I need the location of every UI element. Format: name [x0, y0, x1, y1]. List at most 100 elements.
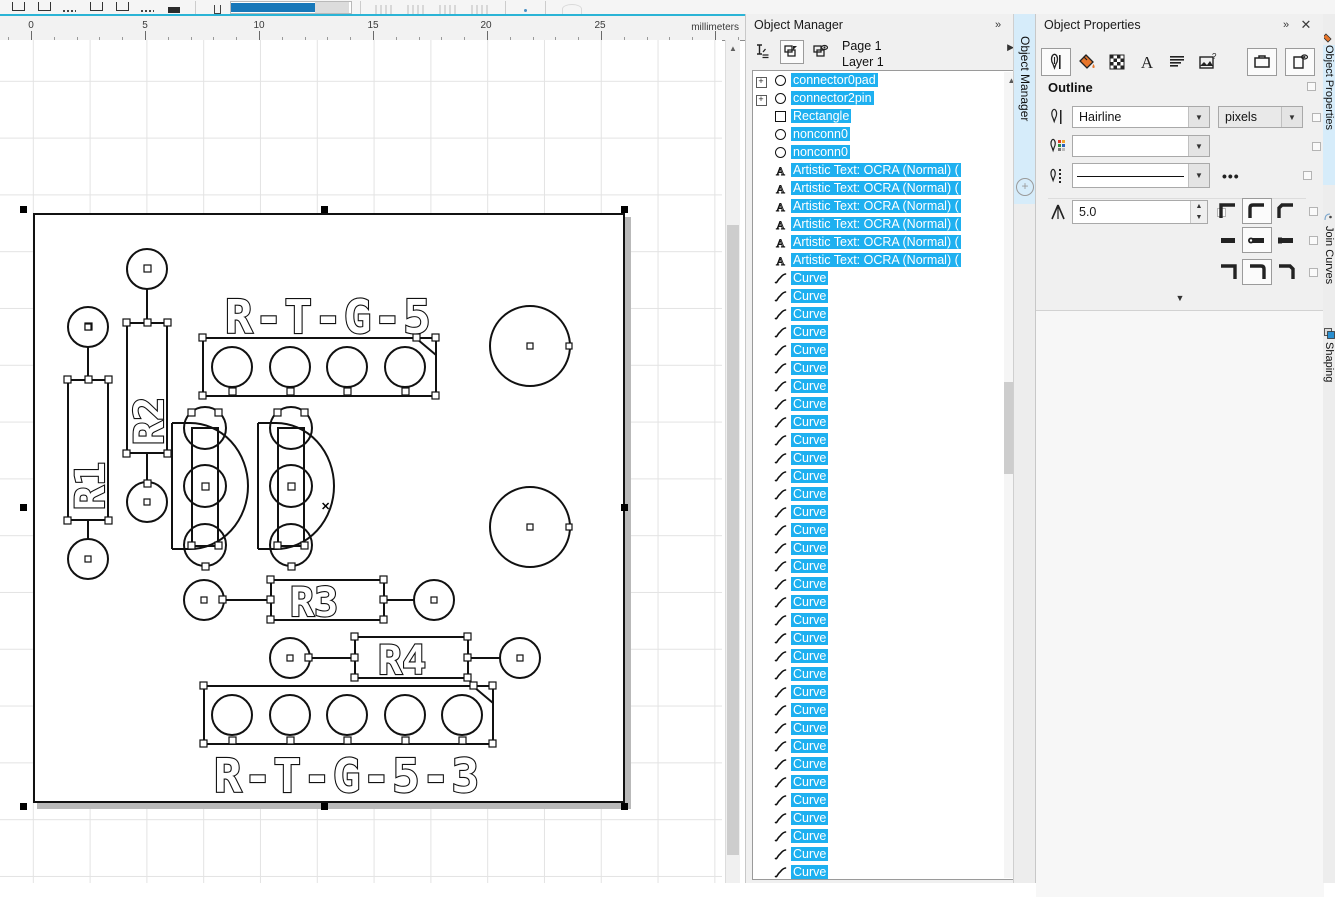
object-list-item[interactable]: Curve: [753, 647, 1005, 665]
object-properties-right-buttons[interactable]: [1241, 48, 1317, 76]
new-document-icon[interactable]: [10, 2, 26, 14]
selection-handle-bc[interactable]: [321, 803, 328, 810]
object-list-item[interactable]: Curve: [753, 287, 1005, 305]
object-list-item[interactable]: Curve: [753, 701, 1005, 719]
expand-toggle-icon[interactable]: +: [753, 91, 769, 106]
chevron-down-icon[interactable]: ▼: [1281, 107, 1302, 127]
object-list-item[interactable]: Curve: [753, 863, 1005, 879]
object-list-item[interactable]: Curve: [753, 845, 1005, 863]
outline-style-more-button[interactable]: •••: [1222, 168, 1240, 184]
round-join-button[interactable]: [1242, 259, 1272, 285]
object-manager-tabstrip[interactable]: Object Manager: [1013, 14, 1036, 883]
selection-handle-tl[interactable]: [20, 206, 27, 213]
object-list-item[interactable]: Curve: [753, 737, 1005, 755]
spinner-down-icon[interactable]: ▼: [1196, 214, 1203, 221]
object-list-item[interactable]: Curve: [753, 395, 1005, 413]
wrap-text-icon[interactable]: [1247, 48, 1277, 76]
align-center-icon[interactable]: [407, 5, 427, 14]
object-properties-tabs[interactable]: A ?: [1041, 48, 1319, 76]
ellipse-tool-icon[interactable]: [562, 4, 582, 14]
object-properties-page-icon[interactable]: [1285, 48, 1315, 76]
outline-style-combo[interactable]: ▼: [1072, 163, 1210, 188]
dock-tab-shaping[interactable]: Shaping: [1323, 342, 1335, 406]
object-manager-docker[interactable]: Object Manager » ✕: [745, 14, 1036, 883]
new-layer-icon[interactable]: [752, 41, 774, 63]
object-list-item[interactable]: Curve: [753, 503, 1005, 521]
object-list-item[interactable]: nonconn0: [753, 125, 1005, 143]
print-icon[interactable]: [88, 2, 104, 14]
miter-limit-spinner[interactable]: 5.0 ▲ ▼: [1072, 200, 1208, 224]
dock-tab-object-manager[interactable]: Object Manager: [1014, 14, 1036, 204]
page-layer-labels[interactable]: Page 1 Layer 1: [842, 38, 884, 70]
object-list-item[interactable]: A Artistic Text: OCRA (Normal) (: [753, 197, 1005, 215]
collapse-icon[interactable]: »: [990, 18, 1006, 32]
object-list-item[interactable]: Curve: [753, 377, 1005, 395]
outline-width-combo[interactable]: Hairline ▼: [1072, 106, 1210, 128]
copy-icon[interactable]: [140, 2, 156, 14]
selection-handle-br[interactable]: [621, 803, 628, 810]
drawing-canvas[interactable]: R-T-G-5 R-T-G-5-3 R1 R2 R3 R4 ✕: [0, 40, 722, 883]
object-list-item[interactable]: A Artistic Text: OCRA (Normal) (: [753, 215, 1005, 233]
object-list-item[interactable]: Curve: [753, 593, 1005, 611]
horizontal-ruler[interactable]: 0 5 10 15 20 25 millimeters: [0, 14, 745, 41]
miter-limit-row[interactable]: 5.0 ▲ ▼: [1048, 200, 1226, 224]
save-icon[interactable]: [62, 2, 78, 14]
object-list-item[interactable]: Curve: [753, 521, 1005, 539]
scroll-up-arrow[interactable]: ▲: [726, 40, 740, 56]
top-toolbar[interactable]: [0, 0, 1335, 15]
toolbar-group-options[interactable]: [509, 0, 542, 14]
outline-units-combo[interactable]: pixels ▼: [1218, 106, 1303, 128]
dock-tab-join-curves[interactable]: Join Curves: [1323, 226, 1335, 306]
outline-width-row[interactable]: Hairline ▼ pixels ▼: [1048, 106, 1321, 128]
object-list-item[interactable]: Curve: [753, 431, 1005, 449]
toolbar-group-zoom[interactable]: [199, 0, 357, 14]
toolbar-group-align[interactable]: [364, 0, 502, 14]
object-list-item[interactable]: Curve: [753, 629, 1005, 647]
collapse-icon[interactable]: »: [1278, 18, 1294, 32]
pcb-artwork[interactable]: R-T-G-5 R-T-G-5-3 R1 R2 R3 R4: [0, 40, 722, 883]
object-list-item[interactable]: Curve: [753, 665, 1005, 683]
undo-icon[interactable]: [209, 2, 225, 14]
transparency-tab-icon[interactable]: [1103, 49, 1131, 75]
object-list-item[interactable]: Curve: [753, 359, 1005, 377]
object-list-item[interactable]: Curve: [753, 467, 1005, 485]
toolbar-group-file[interactable]: [0, 0, 192, 14]
toolbar-group-shape[interactable]: [549, 0, 595, 14]
expand-toggle-icon[interactable]: +: [753, 73, 769, 88]
canvas-scroll-thumb[interactable]: [727, 225, 739, 855]
outline-style-checkbox[interactable]: [1302, 171, 1312, 180]
object-list-item[interactable]: A Artistic Text: OCRA (Normal) (: [753, 251, 1005, 269]
object-list-item[interactable]: A Artistic Text: OCRA (Normal) (: [753, 179, 1005, 197]
object-list-item[interactable]: Curve: [753, 305, 1005, 323]
object-list-rows[interactable]: + connector0pad + connector2pin Rectangle non…: [753, 71, 1005, 879]
outline-width-checkbox[interactable]: [1312, 112, 1321, 122]
selection-handle-mr[interactable]: [621, 504, 628, 511]
align-right-icon[interactable]: [439, 5, 459, 14]
outline-tab-icon[interactable]: [1041, 48, 1071, 76]
object-list-item[interactable]: nonconn0: [753, 143, 1005, 161]
add-docker-icon[interactable]: +: [1016, 178, 1034, 196]
zoom-dropdown[interactable]: [315, 2, 349, 13]
expand-section-button[interactable]: ▼: [1036, 290, 1324, 306]
object-list-item[interactable]: Curve: [753, 485, 1005, 503]
object-list-item[interactable]: Curve: [753, 575, 1005, 593]
miter-corner-button[interactable]: [1214, 199, 1242, 223]
chevron-down-icon[interactable]: ▼: [1188, 107, 1209, 127]
bitmap-tab-icon[interactable]: ?: [1193, 49, 1221, 75]
object-list-item[interactable]: + connector2pin: [753, 89, 1005, 107]
open-document-icon[interactable]: [36, 2, 52, 14]
object-list-item[interactable]: Curve: [753, 323, 1005, 341]
outline-style-row[interactable]: ▼ •••: [1048, 163, 1312, 188]
selection-handle-tr[interactable]: [621, 206, 628, 213]
dock-tab-object-properties[interactable]: Object Properties: [1323, 45, 1335, 185]
distribute-icon[interactable]: [471, 5, 491, 14]
chevron-down-icon[interactable]: ▼: [1188, 164, 1209, 187]
selection-handle-tc[interactable]: [321, 206, 328, 213]
join-options-row[interactable]: [1214, 259, 1318, 285]
selection-handle-ml[interactable]: [20, 504, 27, 511]
round-corner-button[interactable]: [1242, 198, 1272, 224]
character-tab-icon[interactable]: A: [1133, 49, 1161, 75]
edit-across-layers-icon[interactable]: [810, 41, 832, 63]
canvas-vertical-scrollbar[interactable]: ▲: [725, 40, 740, 883]
fill-tab-icon[interactable]: [1073, 49, 1101, 75]
